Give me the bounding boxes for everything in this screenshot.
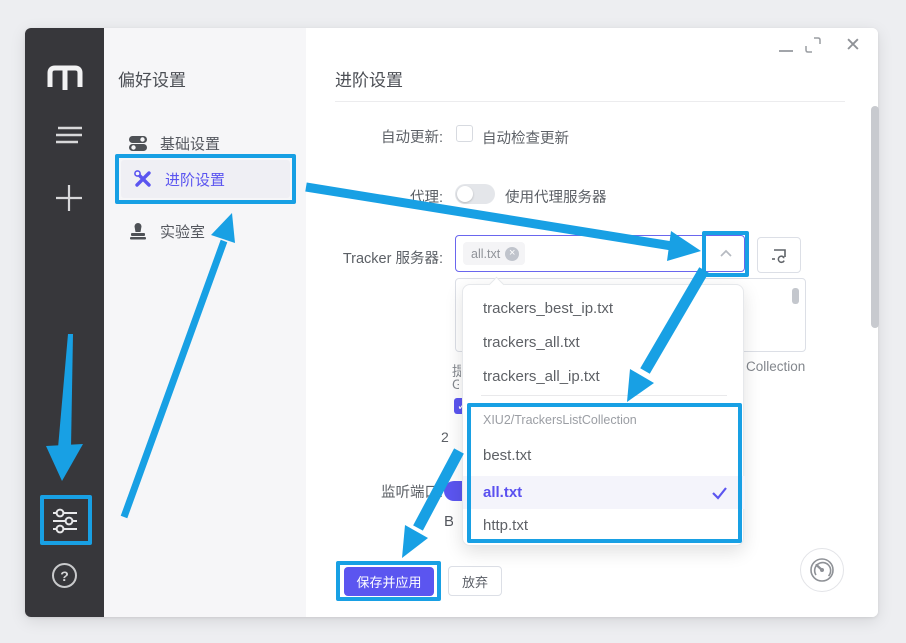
speed-gauge-icon bbox=[808, 556, 836, 584]
toggle-knob bbox=[457, 186, 473, 202]
auto-update-label: 自动更新: bbox=[306, 126, 443, 147]
dropdown-divider bbox=[481, 395, 727, 396]
chevron-up-icon[interactable] bbox=[718, 246, 734, 262]
preferences-icon[interactable] bbox=[52, 508, 78, 534]
listen-port-label: 监听端口: bbox=[306, 481, 443, 502]
preferences-panel: 偏好设置 基础设置 进阶设置 实验室 bbox=[104, 28, 306, 617]
preferences-window: ? 偏好设置 基础设置 进阶设置 bbox=[25, 28, 878, 617]
sync-info-fragment: 2 bbox=[441, 429, 449, 445]
tracker-tag: all.txt × bbox=[463, 242, 525, 265]
add-task-icon[interactable] bbox=[54, 183, 84, 213]
tracker-select-input[interactable]: all.txt × bbox=[455, 235, 745, 272]
basic-settings-icon bbox=[128, 133, 148, 153]
dropdown-item-label: all.txt bbox=[483, 484, 522, 501]
maximize-icon[interactable] bbox=[805, 37, 821, 53]
hint-text-fragment-right: Collection bbox=[746, 359, 805, 374]
tracker-tag-label: all.txt bbox=[471, 247, 500, 261]
auto-update-checkbox-label: 自动检查更新 bbox=[482, 127, 569, 148]
title-divider bbox=[335, 101, 845, 102]
sidebar-item-basic-settings[interactable]: 基础设置 bbox=[118, 124, 290, 162]
dropdown-item[interactable]: http.txt bbox=[463, 510, 745, 542]
sync-icon bbox=[770, 246, 788, 264]
dropdown-group-label: XIU2/TrackersListCollection bbox=[483, 413, 637, 427]
dropdown-item[interactable]: trackers_all_ip.txt bbox=[463, 360, 745, 394]
dropdown-item[interactable]: best.txt bbox=[463, 440, 745, 472]
lab-icon bbox=[128, 221, 148, 241]
close-icon[interactable]: ✕ bbox=[845, 34, 861, 57]
textarea-scrollbar[interactable] bbox=[792, 288, 799, 304]
preferences-title: 偏好设置 bbox=[118, 66, 186, 91]
sidebar-item-label: 进阶设置 bbox=[165, 169, 225, 190]
app-sidebar: ? bbox=[25, 28, 104, 617]
sync-trackers-button[interactable] bbox=[757, 237, 801, 273]
speed-limit-button[interactable] bbox=[800, 548, 844, 592]
tag-close-icon[interactable]: × bbox=[505, 247, 519, 261]
advanced-settings-page: ✕ 进阶设置 自动更新: 自动检查更新 代理: 使用代理服务器 Tracker … bbox=[306, 28, 878, 617]
sidebar-item-advanced-settings[interactable]: 进阶设置 bbox=[123, 160, 295, 198]
sidebar-item-label: 基础设置 bbox=[160, 133, 220, 154]
proxy-toggle-label: 使用代理服务器 bbox=[505, 186, 607, 207]
check-icon bbox=[711, 484, 728, 501]
dropdown-item-selected[interactable]: all.txt bbox=[463, 476, 745, 509]
proxy-toggle[interactable] bbox=[455, 184, 495, 204]
hint-text-fragment-left-2: G bbox=[452, 377, 459, 392]
page-title: 进阶设置 bbox=[335, 66, 403, 91]
motrix-logo-icon bbox=[45, 62, 85, 92]
save-and-apply-button[interactable]: 保存并应用 bbox=[344, 567, 434, 596]
tracker-source-dropdown: trackers_best_ip.txt trackers_all.txt tr… bbox=[462, 284, 744, 546]
tracker-servers-label: Tracker 服务器: bbox=[306, 247, 443, 268]
sidebar-item-lab[interactable]: 实验室 bbox=[118, 212, 290, 250]
proxy-label: 代理: bbox=[306, 186, 443, 207]
task-list-icon[interactable] bbox=[54, 126, 84, 144]
advanced-settings-icon bbox=[133, 169, 153, 189]
dropdown-item[interactable]: trackers_best_ip.txt bbox=[463, 292, 745, 326]
help-icon[interactable]: ? bbox=[52, 563, 77, 588]
minimize-icon[interactable] bbox=[779, 50, 793, 52]
auto-update-checkbox[interactable] bbox=[456, 125, 473, 142]
sidebar-item-label: 实验室 bbox=[160, 221, 205, 242]
discard-button[interactable]: 放弃 bbox=[448, 566, 502, 596]
dropdown-item[interactable]: trackers_all.txt bbox=[463, 326, 745, 360]
page-scrollbar[interactable] bbox=[871, 106, 879, 328]
port-text-fragment: B bbox=[444, 513, 453, 530]
